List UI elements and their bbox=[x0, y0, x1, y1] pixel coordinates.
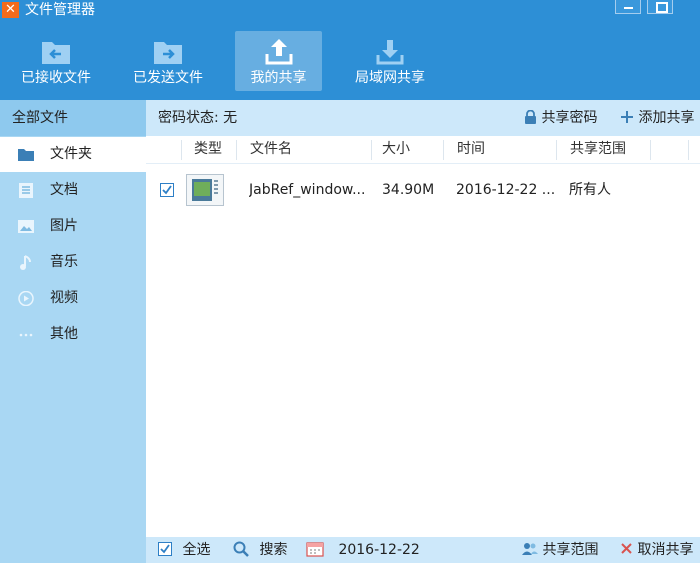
lock-icon bbox=[525, 109, 536, 124]
column-header-time[interactable]: 时间 bbox=[457, 136, 485, 164]
select-all-checkbox[interactable] bbox=[158, 542, 172, 556]
share-password-label: 共享密码 bbox=[541, 110, 598, 126]
share-scope-label: 共享范围 bbox=[542, 542, 599, 558]
date-picker[interactable]: 2016-12-22 bbox=[306, 537, 420, 563]
plus-icon bbox=[621, 111, 633, 123]
document-icon bbox=[19, 183, 33, 198]
received-folder-icon bbox=[42, 42, 70, 64]
close-icon bbox=[621, 543, 632, 554]
sidebar-header-all-files[interactable]: 全部文件 bbox=[0, 100, 146, 136]
sent-folder-icon bbox=[154, 42, 182, 64]
folder-icon bbox=[18, 149, 34, 161]
cancel-share-button[interactable]: 取消共享 bbox=[620, 537, 693, 563]
sidebar-item-label: 视频 bbox=[50, 290, 78, 306]
column-divider bbox=[650, 140, 651, 160]
add-share-button[interactable]: 添加共享 bbox=[620, 100, 694, 136]
table-header: 类型 文件名 大小 时间 共享范围 bbox=[146, 136, 700, 164]
tab-label: 我的共享 bbox=[250, 70, 307, 86]
sidebar-item-folders[interactable]: 文件夹 bbox=[0, 137, 146, 172]
column-divider bbox=[688, 140, 689, 160]
column-header-filename[interactable]: 文件名 bbox=[250, 136, 292, 164]
minimize-button[interactable] bbox=[615, 0, 641, 14]
checkmark-icon bbox=[160, 544, 170, 554]
tab-sent-files[interactable]: 已发送文件 bbox=[125, 31, 211, 91]
tab-lan-shares[interactable]: 局域网共享 bbox=[348, 31, 432, 91]
checkmark-icon bbox=[162, 185, 172, 195]
sidebar-item-other[interactable]: 其他 bbox=[0, 317, 146, 352]
row-checkbox[interactable] bbox=[160, 183, 174, 197]
users-icon bbox=[522, 543, 538, 555]
tab-received-files[interactable]: 已接收文件 bbox=[14, 31, 98, 91]
window-title: 文件管理器 bbox=[25, 2, 95, 18]
title-bar: ✕ 文件管理器 bbox=[0, 0, 700, 20]
toolbar: 已接收文件 已发送文件 我的共享 局域网共享 bbox=[0, 20, 700, 100]
tab-label: 局域网共享 bbox=[355, 70, 425, 86]
sidebar-item-label: 其他 bbox=[50, 326, 78, 342]
file-type-thumbnail bbox=[186, 174, 224, 206]
file-time: 2016-12-22 ... bbox=[456, 182, 556, 198]
column-divider bbox=[371, 140, 372, 160]
sidebar-item-video[interactable]: 视频 bbox=[0, 281, 146, 316]
file-size: 34.90M bbox=[382, 182, 435, 198]
file-name: JabRef_window... bbox=[249, 182, 366, 198]
main-header: 密码状态: 无 共享密码 添加共享 bbox=[146, 100, 700, 136]
sidebar-item-label: 图片 bbox=[50, 218, 78, 234]
tab-my-shares[interactable]: 我的共享 bbox=[235, 31, 322, 91]
password-status: 密码状态: 无 bbox=[158, 110, 238, 126]
share-scope-button[interactable]: 共享范围 bbox=[522, 537, 598, 563]
calendar-icon bbox=[306, 542, 324, 557]
add-share-label: 添加共享 bbox=[638, 110, 695, 126]
picture-icon bbox=[18, 220, 34, 233]
more-icon bbox=[19, 333, 33, 337]
upload-share-icon bbox=[265, 39, 292, 65]
select-all-toggle[interactable]: 全选 bbox=[158, 537, 210, 563]
tab-label: 已接收文件 bbox=[21, 70, 91, 86]
main-panel: 密码状态: 无 共享密码 添加共享 类型 文件名 大小 时间 共享范围 JabR… bbox=[146, 100, 700, 563]
column-divider bbox=[181, 140, 182, 160]
column-divider bbox=[443, 140, 444, 160]
sidebar-item-label: 文件夹 bbox=[50, 146, 92, 162]
sidebar-item-pictures[interactable]: 图片 bbox=[0, 209, 146, 244]
sidebar: 全部文件 文件夹 文档 图片 音乐 视频 其他 bbox=[0, 100, 146, 563]
maximize-button[interactable] bbox=[647, 0, 673, 14]
column-header-size[interactable]: 大小 bbox=[382, 136, 410, 164]
table-row[interactable]: JabRef_window... 34.90M 2016-12-22 ... 所… bbox=[146, 166, 700, 214]
sidebar-item-music[interactable]: 音乐 bbox=[0, 245, 146, 280]
search-button[interactable]: 搜索 bbox=[233, 537, 287, 563]
music-note-icon bbox=[20, 255, 31, 270]
cancel-share-label: 取消共享 bbox=[637, 542, 694, 558]
footer-bar: 全选 搜索 2016-12-22 共享范围 取消共享 bbox=[146, 537, 700, 563]
share-password-button[interactable]: 共享密码 bbox=[524, 100, 597, 136]
video-play-icon bbox=[18, 291, 34, 306]
tab-label: 已发送文件 bbox=[133, 70, 203, 86]
column-divider bbox=[556, 140, 557, 160]
app-logo-icon: ✕ bbox=[2, 2, 19, 18]
select-all-label: 全选 bbox=[182, 542, 211, 558]
search-icon bbox=[233, 541, 249, 557]
column-header-share-scope[interactable]: 共享范围 bbox=[570, 136, 626, 164]
date-value: 2016-12-22 bbox=[338, 542, 420, 558]
sidebar-item-documents[interactable]: 文档 bbox=[0, 173, 146, 208]
sidebar-item-label: 文档 bbox=[50, 182, 78, 198]
search-label: 搜索 bbox=[259, 542, 288, 558]
column-header-type[interactable]: 类型 bbox=[194, 136, 222, 164]
file-share-scope: 所有人 bbox=[569, 182, 611, 198]
installer-file-icon bbox=[192, 179, 218, 201]
sidebar-item-label: 音乐 bbox=[50, 254, 78, 270]
download-lan-icon bbox=[376, 40, 404, 65]
column-divider bbox=[236, 140, 237, 160]
